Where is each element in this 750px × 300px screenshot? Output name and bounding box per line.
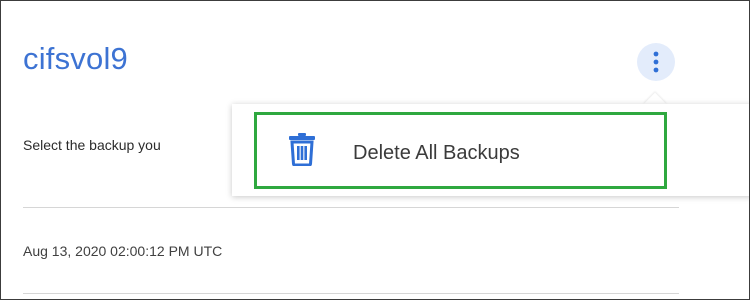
volume-title: cifsvol9 [23,41,128,76]
volume-backup-panel: cifsvol9 Select the backup you Aug 13, 2… [0,0,750,300]
divider [23,293,679,294]
trash-icon [289,133,315,166]
vertical-ellipsis-icon [653,51,659,73]
backup-list-item[interactable]: Aug 13, 2020 02:00:12 PM UTC [23,243,222,259]
backup-instruction-text: Select the backup you [23,137,161,153]
menu-item-label: Delete All Backups [353,142,520,164]
delete-all-backups-menu-item[interactable]: Delete All Backups [254,112,667,189]
divider [23,207,679,208]
more-actions-button[interactable] [637,43,675,81]
